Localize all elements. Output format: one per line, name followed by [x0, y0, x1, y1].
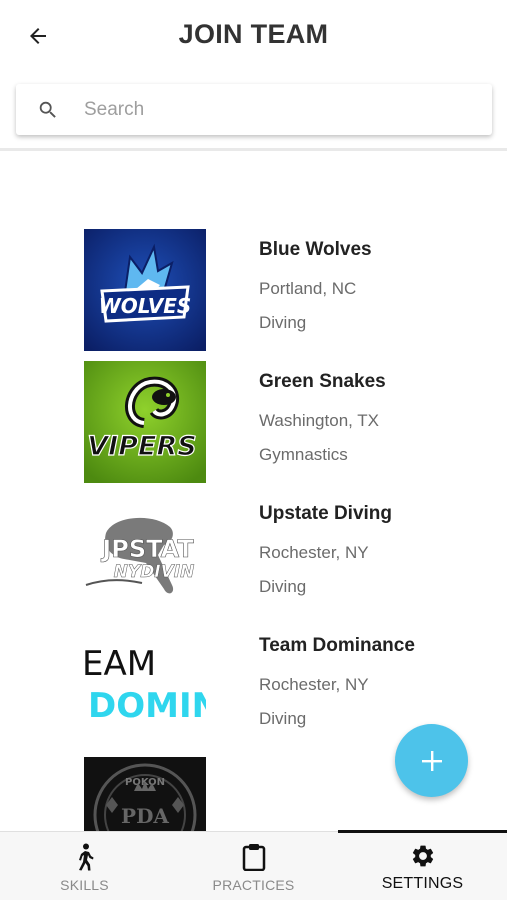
team-location: Rochester, NY — [259, 543, 369, 562]
walking-person-icon — [78, 843, 93, 871]
team-sport: Diving — [259, 313, 307, 332]
app-header: JOIN TEAM — [0, 0, 507, 70]
svg-text:DOMIN.: DOMIN. — [88, 686, 206, 726]
team-sport: Diving — [259, 577, 307, 596]
tab-skills-label: SKILLS — [60, 877, 109, 893]
team-info: Blue Wolves Portland, NC Diving — [259, 239, 372, 333]
tab-settings[interactable]: SETTINGS — [338, 830, 507, 900]
svg-text:WOLVES: WOLVES — [99, 294, 192, 318]
tab-practices[interactable]: PRACTICES — [169, 832, 338, 900]
team-name: Team Dominance — [259, 635, 415, 656]
team-logo-team-dominance: EAM DOMIN. — [84, 625, 206, 747]
team-name: Green Snakes — [259, 371, 386, 392]
team-location: Washington, TX — [259, 411, 380, 430]
svg-text:PDA: PDA — [121, 804, 169, 828]
team-name: Blue Wolves — [259, 239, 372, 260]
plus-icon — [421, 750, 442, 771]
team-list-item[interactable]: WOLVES Blue Wolves Portland, NC Diving — [0, 229, 507, 361]
team-sport: Gymnastics — [259, 445, 348, 464]
search-input[interactable] — [84, 98, 464, 121]
gear-icon — [412, 845, 433, 867]
team-sport: Diving — [259, 709, 307, 728]
team-list-item[interactable]: JPSTAT NYDIVIN Upstate Diving Rochester,… — [0, 493, 507, 625]
team-name: Upstate Diving — [259, 503, 393, 524]
search-icon — [39, 101, 56, 118]
search-bar[interactable] — [16, 84, 492, 135]
team-location: Rochester, NY — [259, 675, 369, 694]
clipboard-icon — [242, 844, 265, 871]
tab-practices-label: PRACTICES — [212, 877, 295, 893]
team-logo-blue-wolves: WOLVES — [84, 229, 206, 351]
svg-text:JPSTAT: JPSTAT — [100, 535, 194, 563]
add-team-button[interactable] — [395, 724, 468, 797]
team-location: Portland, NC — [259, 279, 357, 298]
team-info: Team Dominance Rochester, NY Diving — [259, 635, 415, 729]
svg-text:VIPERS: VIPERS — [87, 431, 196, 462]
team-info: Upstate Diving Rochester, NY Diving — [259, 503, 392, 597]
team-list-item[interactable]: VIPERS Green Snakes Washington, TX Gymna… — [0, 361, 507, 493]
svg-text:EAM: EAM — [84, 644, 156, 684]
team-info: Green Snakes Washington, TX Gymnastics — [259, 371, 386, 465]
header-divider — [0, 148, 507, 151]
bottom-navigation: SKILLS PRACTICES SETTINGS — [0, 830, 507, 900]
team-logo-green-snakes: VIPERS — [84, 361, 206, 483]
svg-text:NYDIVIN: NYDIVIN — [114, 562, 195, 582]
page-title: JOIN TEAM — [178, 19, 329, 49]
tab-settings-label: SETTINGS — [381, 875, 464, 892]
team-logo-upstate-diving: JPSTAT NYDIVIN — [84, 493, 206, 615]
tab-skills[interactable]: SKILLS — [0, 832, 169, 900]
